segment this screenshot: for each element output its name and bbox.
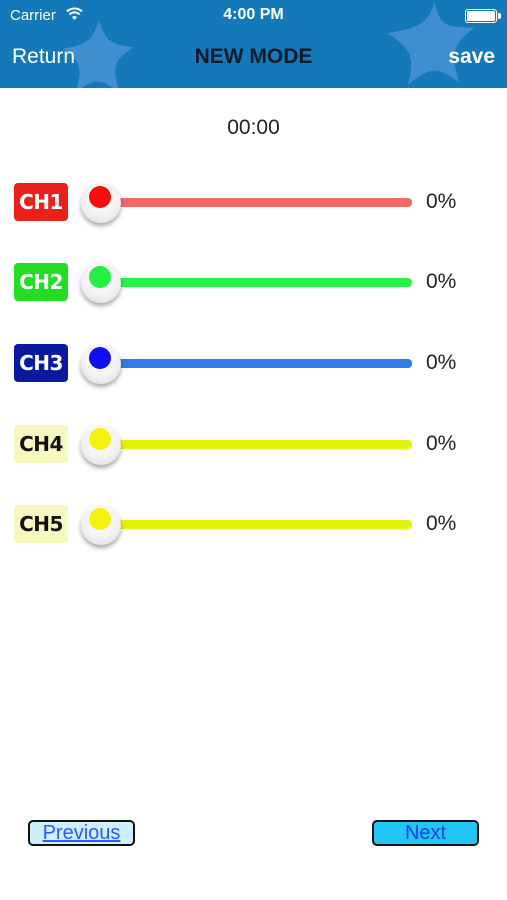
channel-slider-track[interactable] [100, 520, 412, 529]
channel-label-badge: CH5 [14, 505, 68, 543]
channel-percent-value: 0% [426, 270, 457, 293]
channel-label-badge: CH3 [14, 344, 68, 382]
navigation-header: Carrier 4:00 PM Return NEW MODE save [0, 0, 507, 88]
channel-slider-thumb[interactable] [81, 183, 121, 223]
save-button[interactable]: save [448, 45, 495, 69]
channel-percent-value: 0% [426, 432, 457, 455]
channel-percent-value: 0% [426, 190, 457, 213]
channel-row-ch2: CH2 0% [0, 260, 507, 304]
channel-slider-thumb[interactable] [81, 425, 121, 465]
channel-label-badge: CH4 [14, 425, 68, 463]
thumb-color-dot [89, 186, 111, 208]
battery-icon [465, 9, 501, 23]
channel-row-ch5: CH5 0% [0, 502, 507, 546]
thumb-color-dot [89, 266, 111, 288]
channel-slider-thumb[interactable] [81, 263, 121, 303]
channel-row-ch3: CH3 0% [0, 341, 507, 385]
channel-row-ch1: CH1 0% [0, 180, 507, 224]
timer-display: 00:00 [227, 116, 280, 139]
channel-slider-track[interactable] [100, 359, 412, 368]
status-bar: Carrier 4:00 PM [0, 0, 507, 30]
channel-slider-thumb[interactable] [81, 505, 121, 545]
channel-slider-track[interactable] [100, 198, 412, 207]
next-button[interactable]: Next [372, 820, 479, 846]
channel-percent-value: 0% [426, 351, 457, 374]
new-mode-screen: Carrier 4:00 PM Return NEW MODE save 00:… [0, 0, 507, 900]
thumb-color-dot [89, 508, 111, 530]
status-time: 4:00 PM [223, 6, 284, 23]
channel-slider-track[interactable] [100, 278, 412, 287]
channel-slider-thumb[interactable] [81, 344, 121, 384]
thumb-color-dot [89, 428, 111, 450]
thumb-color-dot [89, 347, 111, 369]
channel-percent-value: 0% [426, 512, 457, 535]
channel-slider-track[interactable] [100, 440, 412, 449]
channel-label-badge: CH1 [14, 183, 68, 221]
previous-button[interactable]: Previous [28, 820, 135, 846]
channel-label-badge: CH2 [14, 263, 68, 301]
page-title: NEW MODE [194, 45, 313, 68]
channel-row-ch4: CH4 0% [0, 422, 507, 466]
